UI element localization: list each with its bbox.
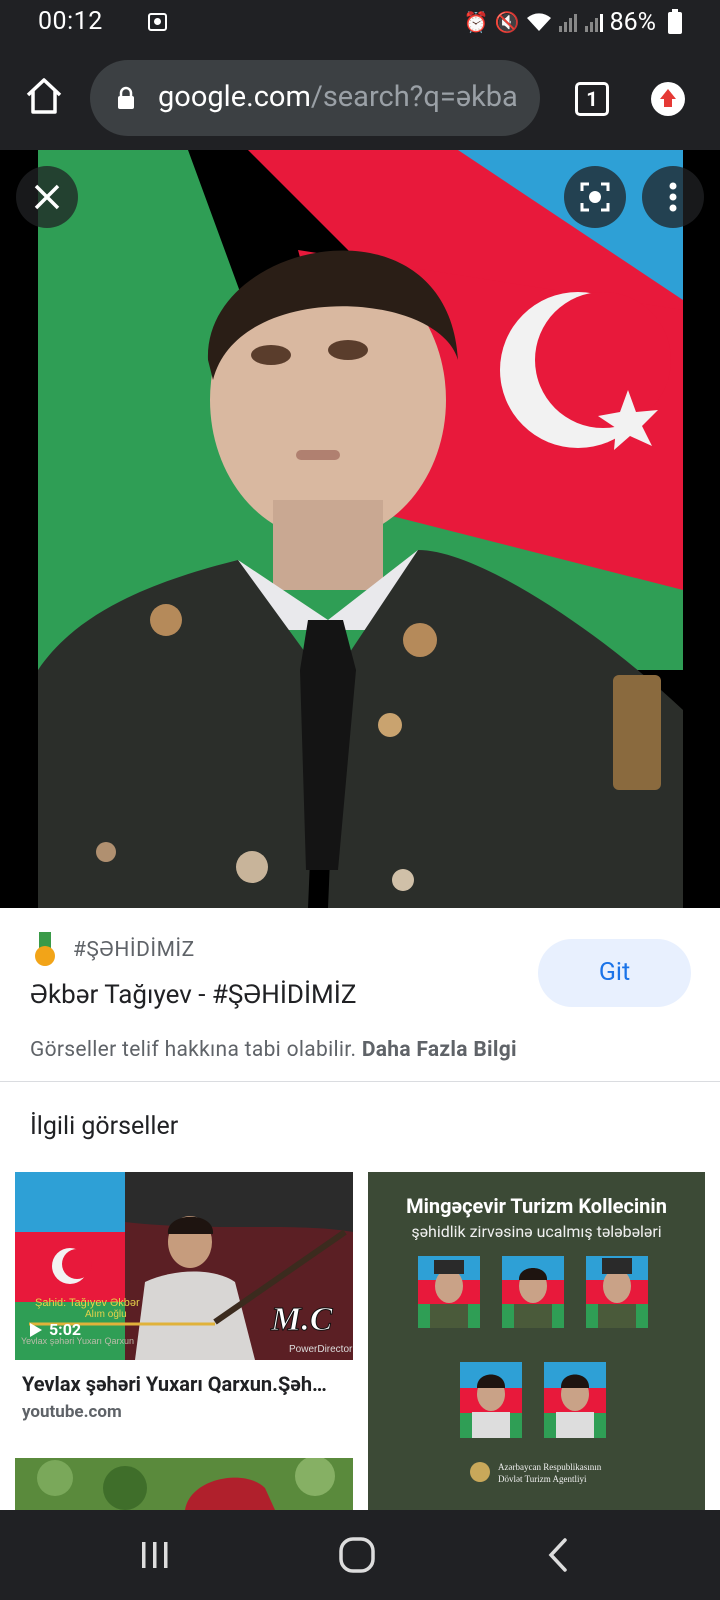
copyright-notice: Görseller telif hakkına tabi olabilir. D… [30, 1038, 517, 1062]
status-time: 00:12 [38, 7, 103, 36]
watermark-sub: PowerDirector [289, 1344, 353, 1355]
card-footer-line-2: Dövlət Turizm Agentliyi [498, 1474, 587, 1484]
image-info-panel: #ŞƏHİDİMİZ Əkbər Tağıyev - #ŞƏHİDİMİZ Gö… [0, 908, 720, 1082]
thumb-text-1: Şahid: Tağıyev Əkbər [35, 1297, 140, 1309]
wifi-icon [526, 13, 551, 31]
lock-icon [118, 86, 134, 109]
lens-icon[interactable] [564, 166, 626, 228]
battery-icon [668, 9, 682, 34]
main-image[interactable] [38, 150, 683, 908]
system-nav-bar [0, 1510, 720, 1600]
visit-button[interactable]: Git [538, 939, 691, 1007]
learn-more-link[interactable]: Daha Fazla Bilgi [362, 1038, 517, 1062]
related-images-heading: İlgili görseller [30, 1112, 179, 1141]
home-nav-icon[interactable] [332, 1530, 382, 1580]
card-footer-line-1: Azərbaycan Respublikasının [498, 1462, 602, 1472]
signal-icon [558, 14, 577, 32]
watermark: M.C [270, 1301, 333, 1338]
related-image-card[interactable]: Mingəçevir Turizm Kollecinin şəhidlik zi… [368, 1172, 705, 1510]
play-icon [30, 1322, 42, 1337]
back-icon[interactable] [535, 1530, 585, 1580]
thumb-text-2: Alım oğlu [85, 1309, 127, 1320]
copyright-text: Görseller telif hakkına tabi olabilir. [30, 1038, 357, 1062]
emblem-icon [470, 1462, 490, 1482]
portraits-collage: Azərbaycan Respublikasının Dövlət Turizm… [418, 1256, 648, 1484]
status-icons: ⏰ 🔇 86% [464, 7, 678, 37]
recents-icon[interactable] [130, 1530, 180, 1580]
card-headline: Mingəçevir Turizm Kollecinin [406, 1194, 667, 1218]
medal-icon [35, 932, 55, 966]
video-duration: 5:02 [49, 1320, 82, 1339]
card-subheadline: şəhidlik zirvəsinə ucalmış tələbələri [411, 1222, 662, 1241]
home-icon[interactable] [24, 76, 64, 116]
video-duration-badge: 5:02 [29, 1320, 81, 1339]
related-thumbnail [15, 1458, 353, 1510]
more-vert-icon[interactable] [642, 166, 704, 228]
status-bar: 00:12 ⏰ 🔇 86% [0, 0, 720, 46]
signal-icon [584, 14, 603, 32]
tab-switcher-icon[interactable]: 1 [575, 82, 609, 116]
url-text: google.com/search?q=əkba [158, 80, 518, 114]
screen-recorder-icon [148, 13, 167, 31]
soldier-portrait [38, 150, 683, 908]
url-bar[interactable]: google.com/search?q=əkba [90, 60, 540, 136]
related-image-card[interactable] [15, 1458, 353, 1510]
source-name[interactable]: #ŞƏHİDİMİZ [73, 938, 195, 962]
related-image-source[interactable]: youtube.com [22, 1402, 122, 1422]
mute-icon: 🔇 [494, 10, 520, 34]
image-title[interactable]: Əkbər Tağıyev - #ŞƏHİDİMİZ [30, 980, 356, 1010]
related-image-caption[interactable]: Yevlax şəhəri Yuxarı Qarxun.Şəh… [22, 1372, 352, 1396]
close-icon[interactable] [16, 166, 78, 228]
update-icon[interactable] [651, 82, 685, 116]
url-path: /search?q=əkba [310, 80, 518, 114]
alarm-icon: ⏰ [463, 10, 489, 34]
url-domain: google.com [158, 80, 311, 114]
related-image-card[interactable]: Şahid: Tağıyev Əkbər Alım oğlu Yevlax şə… [15, 1172, 353, 1360]
image-viewer [0, 150, 720, 908]
battery-percent: 86% [609, 7, 656, 37]
browser-toolbar: google.com/search?q=əkba 1 [0, 46, 720, 150]
